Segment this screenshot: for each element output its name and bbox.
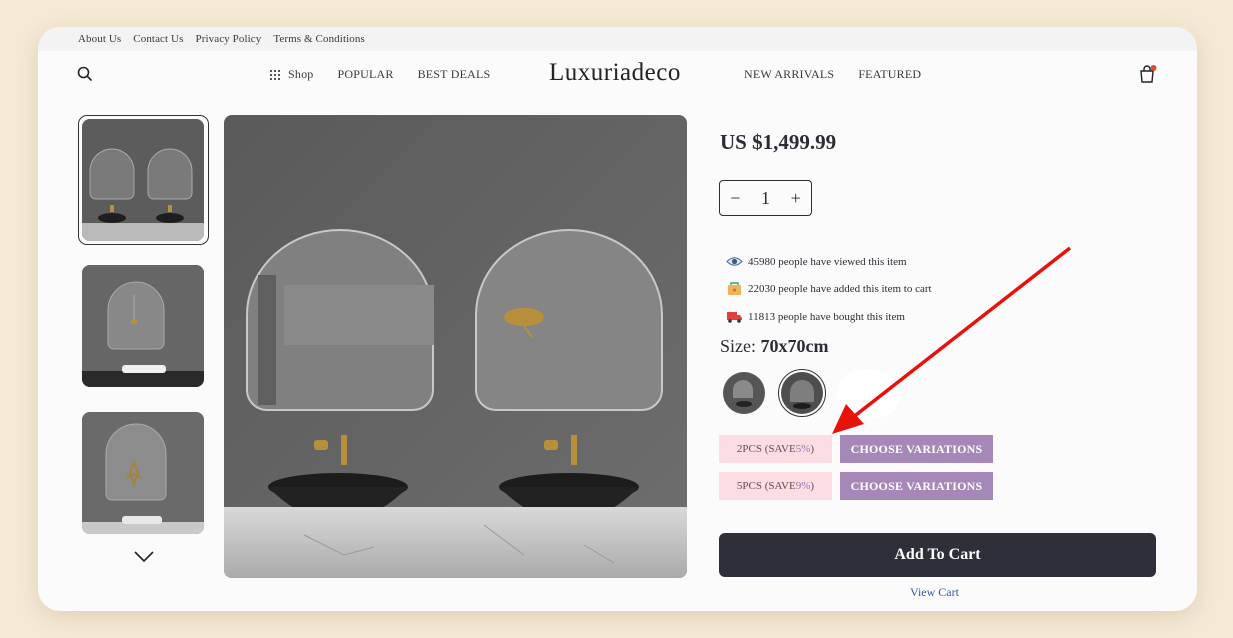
nav-shop[interactable]: Shop	[288, 67, 313, 82]
shopping-bag-icon[interactable]	[1139, 64, 1157, 84]
bundle-row-2: 5PCS (SAVE 9%) CHOOSE VARIATIONS	[719, 472, 993, 500]
nav-featured[interactable]: FEATURED	[858, 67, 921, 82]
choose-variations-button-2pcs[interactable]: CHOOSE VARIATIONS	[840, 435, 993, 463]
privacy-policy-link[interactable]: Privacy Policy	[195, 33, 261, 45]
variant-swatch-3[interactable]	[837, 369, 901, 419]
main-product-image[interactable]	[224, 115, 687, 578]
thumbnail-2[interactable]	[82, 265, 204, 387]
bundle-row-1: 2PCS (SAVE 5%) CHOOSE VARIATIONS	[719, 435, 993, 463]
nav-new-arrivals[interactable]: NEW ARRIVALS	[744, 67, 834, 82]
terms-link[interactable]: Terms & Conditions	[273, 33, 364, 45]
save-suffix: )	[810, 443, 815, 455]
size-label-text: Size:	[720, 336, 756, 356]
top-links-bar: About Us Contact Us Privacy Policy Terms…	[38, 27, 1197, 51]
save-badge-2pcs[interactable]: 2PCS (SAVE 5%)	[719, 435, 832, 463]
quantity-stepper: − 1 +	[719, 180, 812, 216]
save-prefix: 5PCS (SAVE	[736, 480, 796, 492]
brand-logo[interactable]: Luxuriadeco	[549, 59, 681, 87]
size-label: Size: 70x70cm	[720, 336, 828, 357]
thumbnail-1[interactable]	[82, 119, 204, 241]
stat-viewed-text: 45980 people have viewed this item	[748, 255, 907, 268]
variant-swatch-2[interactable]	[781, 372, 823, 414]
truck-icon	[727, 312, 742, 323]
stat-added: 22030 people have added this item to car…	[726, 281, 932, 296]
save-prefix: 2PCS (SAVE	[736, 443, 796, 455]
add-to-cart-button[interactable]: Add To Cart	[719, 533, 1156, 577]
browser-window: About Us Contact Us Privacy Policy Terms…	[38, 27, 1197, 611]
thumbnail-3[interactable]	[82, 412, 204, 534]
stat-bought: 11813 people have bought this item	[726, 309, 905, 324]
grid-icon	[270, 69, 280, 80]
nav-popular[interactable]: POPULAR	[337, 67, 393, 82]
save-badge-5pcs[interactable]: 5PCS (SAVE 9%)	[719, 472, 832, 500]
qty-value[interactable]: 1	[761, 188, 770, 209]
stat-viewed: 45980 people have viewed this item	[726, 254, 907, 269]
chevron-down-icon[interactable]	[134, 551, 154, 563]
size-value: 70x70cm	[760, 336, 829, 356]
cart-badge	[1150, 65, 1157, 71]
nav-best-deals[interactable]: BEST DEALS	[418, 67, 491, 82]
variant-swatch-1[interactable]	[723, 372, 765, 414]
nav-right: NEW ARRIVALS FEATURED	[744, 67, 945, 82]
view-cart-link[interactable]: View Cart	[910, 585, 959, 600]
nav-left: Shop POPULAR BEST DEALS	[270, 67, 514, 82]
search-icon[interactable]	[77, 66, 93, 82]
stat-bought-text: 11813 people have bought this item	[748, 310, 905, 323]
contact-us-link[interactable]: Contact Us	[133, 33, 183, 45]
stat-added-text: 22030 people have added this item to car…	[748, 282, 932, 295]
product-price: US $1,499.99	[720, 130, 837, 154]
choose-variations-button-5pcs[interactable]: CHOOSE VARIATIONS	[840, 472, 993, 500]
qty-minus-button[interactable]: −	[730, 188, 740, 209]
eye-icon	[726, 257, 743, 266]
site-header: Shop POPULAR BEST DEALS Luxuriadeco NEW …	[38, 51, 1197, 97]
cart-box-icon	[728, 282, 741, 295]
save-percent: 5%	[795, 443, 811, 455]
save-percent: 9%	[795, 480, 811, 492]
save-suffix: )	[810, 480, 815, 492]
about-us-link[interactable]: About Us	[78, 33, 121, 45]
qty-plus-button[interactable]: +	[791, 188, 801, 209]
